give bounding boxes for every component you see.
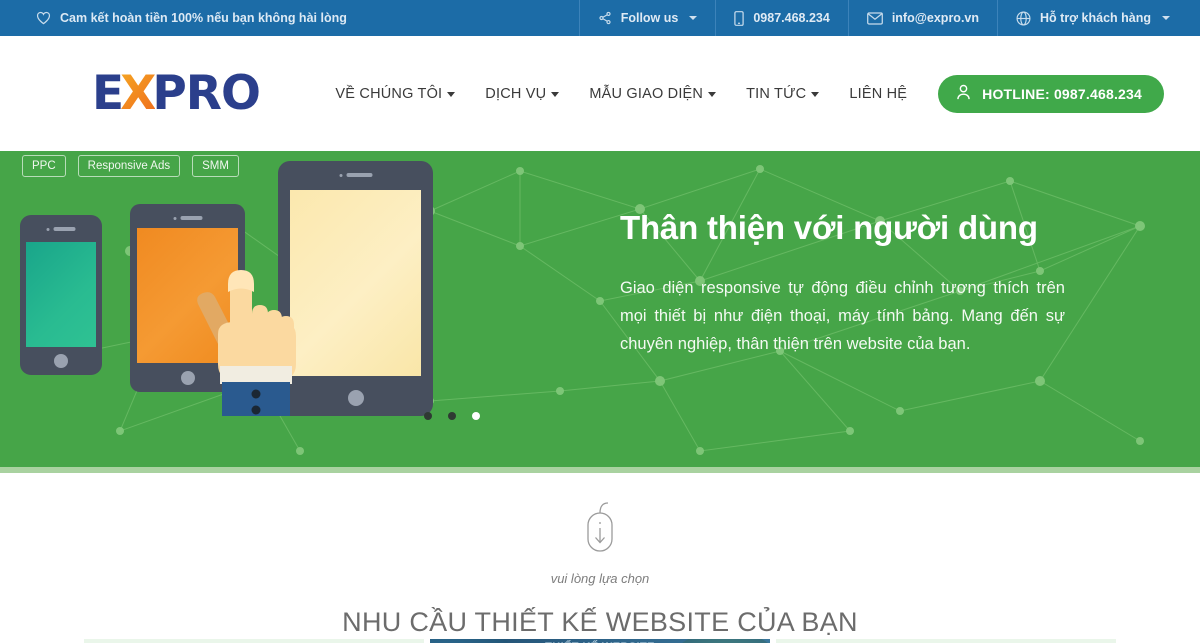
scroll-hint-label: vui lòng lựa chọn [550,571,650,586]
customer-support-menu[interactable]: Hỗ trợ khách hàng [997,0,1200,36]
nav-item-lien-he[interactable]: LIÊN HỆ [834,86,922,102]
needs-card-left[interactable]: Thiết kế website [84,639,424,643]
needs-card-right[interactable]: Thiết kế website [776,639,1116,643]
phone-screen [26,242,96,347]
needs-card-row: Thiết kế website THIẾT KẾ WEBSITE THEO Y… [0,639,1200,643]
needs-section: NHU CẦU THIẾT KẾ WEBSITE CỦA BẠN Thiết k… [0,605,1200,643]
main-navigation: VỀ CHÚNG TÔI DỊCH VỤ MẪU GIAO DIỆN TIN T… [320,74,1164,113]
money-back-promise: Cam kết hoàn tiền 100% nếu bạn không hài… [0,11,347,25]
nav-label: DỊCH VỤ [485,85,547,102]
money-back-promise-text: Cam kết hoàn tiền 100% nếu bạn không hài… [60,11,347,25]
nav-item-tin-tuc[interactable]: TIN TỨC [731,86,834,102]
top-email-label: info@expro.vn [891,11,980,25]
hero-tag-group: PPC Responsive Ads SMM [22,155,239,177]
hero-copy: Thân thiện với người dùng Giao diện resp… [620,151,1140,473]
carousel-dot-3-active[interactable] [472,412,480,420]
hero-tag-ppc: PPC [22,155,66,177]
hero-slider: PPC Responsive Ads SMM Thân thiện với ng… [0,151,1200,473]
phone-device-illustration [20,215,102,375]
top-utility-bar: Cam kết hoàn tiền 100% nếu bạn không hài… [0,0,1200,36]
chevron-down-icon [1162,16,1170,20]
top-email[interactable]: info@expro.vn [847,0,997,36]
share-icon [598,11,612,25]
nav-label: TIN TỨC [746,85,807,102]
hero-illustration: PPC Responsive Ads SMM [0,151,620,473]
globe-icon [1016,11,1031,26]
logo-text-part3: PRO [152,66,261,121]
phone-home-button [54,354,68,368]
logo-text-part1: E [92,66,124,121]
follow-us-menu[interactable]: Follow us [578,0,716,36]
site-header: E X PRO VỀ CHÚNG TÔI DỊCH VỤ MẪU GIAO DIỆN… [0,36,1200,151]
hero-tag-responsive-ads: Responsive Ads [77,155,181,177]
phone-icon [734,10,745,26]
chevron-down-icon [551,92,560,97]
carousel-dots [424,412,480,420]
phone-speaker-icon [46,227,76,231]
ipad-speaker-icon [339,173,372,177]
nav-label: LIÊN HỆ [849,85,908,102]
envelope-icon [866,11,883,25]
carousel-dot-2[interactable] [448,412,456,420]
tablet-speaker-icon [173,216,202,220]
chevron-down-icon [447,92,456,97]
top-phone[interactable]: 0987.468.234 [715,0,847,36]
top-contact-group: Follow us 0987.468.234 info@expro.vn Hỗ … [578,0,1200,36]
hero-description: Giao diện responsive tự động điều chỉnh … [620,279,1065,353]
site-logo[interactable]: E X PRO [92,66,261,121]
chevron-down-icon [811,92,820,97]
nav-label: MẪU GIAO DIỆN [589,85,704,102]
nav-item-ve-chung-toi[interactable]: VỀ CHÚNG TÔI [320,86,470,102]
section-title: NHU CẦU THIẾT KẾ WEBSITE CỦA BẠN [342,607,858,637]
ipad-screen [290,190,421,376]
logo-text-x: X [120,66,156,121]
customer-support-label: Hỗ trợ khách hàng [1040,11,1151,25]
chevron-down-icon [708,92,717,97]
pointing-hand-icon [197,270,296,416]
hero-title: Thân thiện với người dùng [620,209,1038,246]
scroll-hint[interactable]: vui lòng lựa chọn [0,473,1200,605]
hotline-label: HOTLINE: 0987.468.234 [982,85,1142,102]
ipad-home-button [347,390,364,406]
needs-card-center[interactable]: THIẾT KẾ WEBSITE THEO YÊU CẦU RIÊNG [430,639,770,643]
chevron-down-icon [689,16,698,20]
follow-us-label: Follow us [620,11,679,25]
nav-item-mau-giao-dien[interactable]: MẪU GIAO DIỆN [574,86,731,102]
user-icon [956,84,971,103]
top-phone-label: 0987.468.234 [753,11,830,25]
nav-item-dich-vu[interactable]: DỊCH VỤ [470,86,574,102]
heart-icon [36,11,51,25]
nav-label: VỀ CHÚNG TÔI [335,85,443,102]
mouse-scroll-down-icon [579,501,621,564]
carousel-dot-1[interactable] [424,412,432,420]
hero-bottom-divider [0,467,1200,473]
hero-tag-smm: SMM [192,155,239,177]
hotline-button[interactable]: HOTLINE: 0987.468.234 [938,74,1164,113]
